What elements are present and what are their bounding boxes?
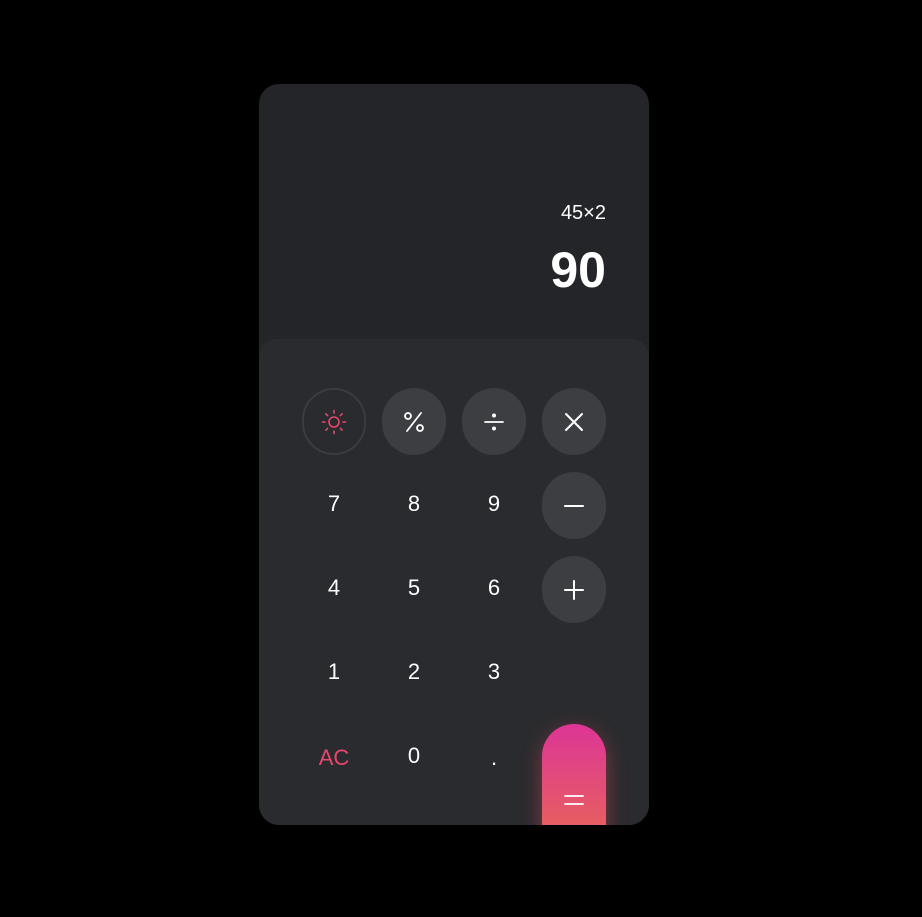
digit-6-button[interactable]: 6: [462, 554, 526, 621]
theme-toggle-button[interactable]: [302, 388, 366, 455]
minus-icon: [564, 504, 584, 507]
sun-icon: [321, 409, 347, 434]
digit-7-button[interactable]: 7: [302, 470, 366, 537]
equals-button[interactable]: [542, 724, 606, 825]
plus-button[interactable]: [542, 556, 606, 623]
result-text: 90: [550, 242, 606, 298]
multiply-button[interactable]: [542, 388, 606, 455]
multiply-icon: [565, 412, 583, 431]
digit-9-button[interactable]: 9: [462, 470, 526, 537]
minus-button[interactable]: [542, 472, 606, 539]
keypad: 7 8 9 4 5 6 1 2 3 AC 0 .: [259, 339, 649, 825]
digit-4-button[interactable]: 4: [302, 554, 366, 621]
display-panel: 45×2 90: [259, 84, 649, 339]
decimal-button[interactable]: .: [462, 724, 526, 791]
digit-1-button[interactable]: 1: [302, 638, 366, 705]
all-clear-button[interactable]: AC: [302, 724, 366, 791]
digit-5-button[interactable]: 5: [382, 554, 446, 621]
digit-0-button[interactable]: 0: [382, 722, 446, 789]
plus-icon: [564, 579, 584, 600]
percent-button[interactable]: [382, 388, 446, 455]
percent-icon: [404, 411, 424, 432]
digit-8-button[interactable]: 8: [382, 470, 446, 537]
digit-2-button[interactable]: 2: [382, 638, 446, 705]
expression-text: 45×2: [560, 202, 606, 224]
calculator-card: 45×2 90 7 8 9 4 5 6 1 2 3 AC 0 .: [259, 84, 649, 825]
divide-button[interactable]: [462, 388, 526, 455]
digit-3-button[interactable]: 3: [462, 638, 526, 705]
divide-icon: [484, 413, 504, 430]
equals-icon: [564, 795, 584, 805]
